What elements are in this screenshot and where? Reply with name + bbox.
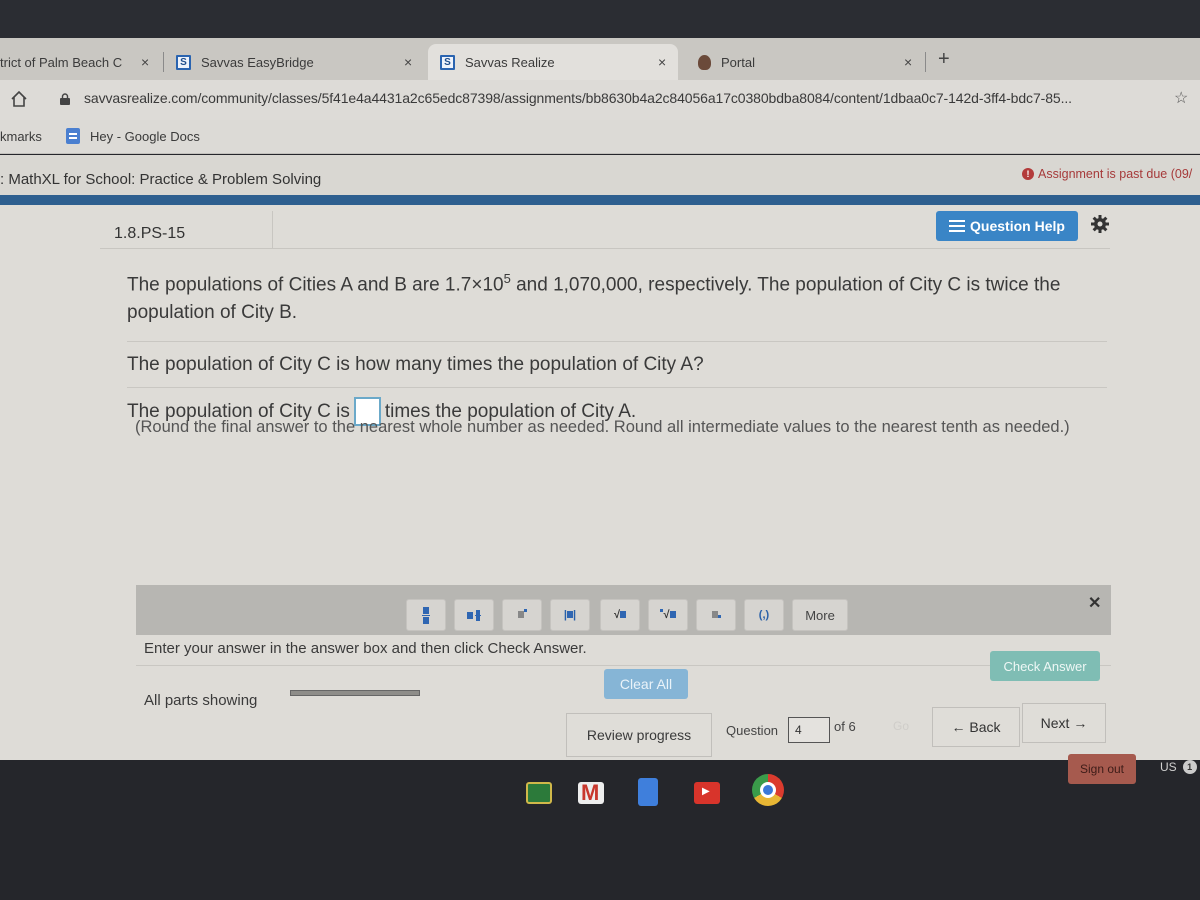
- review-progress-button[interactable]: Review progress: [566, 713, 712, 757]
- sign-out-button[interactable]: Sign out: [1068, 754, 1136, 784]
- question-help-button[interactable]: Question Help: [936, 211, 1078, 241]
- question-bar: 1.8.PS-15 Question Help: [100, 211, 1110, 249]
- list-icon: [949, 220, 966, 232]
- exponent-icon: [517, 609, 527, 621]
- locale-label: US: [1160, 760, 1177, 774]
- lock-icon: [60, 93, 70, 105]
- fraction-button[interactable]: [406, 599, 446, 631]
- subscript-icon: [711, 609, 721, 621]
- past-due-notice: ! Assignment is past due (09/: [1022, 167, 1192, 181]
- exponent-button[interactable]: [502, 599, 542, 631]
- question-total: of 6: [834, 719, 856, 734]
- screen: trict of Palm Beach C × S Savvas EasyBri…: [0, 0, 1200, 900]
- parts-showing-label: All parts showing: [144, 692, 258, 709]
- url-input[interactable]: savvasrealize.com/community/classes/5f41…: [84, 90, 1072, 106]
- rounding-note: (Round the final answer to the nearest w…: [135, 418, 1070, 436]
- divider: [127, 387, 1107, 388]
- check-answer-button[interactable]: Check Answer: [990, 651, 1100, 681]
- absolute-value-icon: | |: [563, 609, 577, 621]
- os-shelf: Sign out US 1: [0, 754, 1200, 900]
- tab-strip: trict of Palm Beach C × S Savvas EasyBri…: [0, 38, 1200, 80]
- tab-savvas-realize[interactable]: S Savvas Realize ×: [428, 44, 678, 80]
- tab-title: trict of Palm Beach C: [0, 54, 123, 70]
- nth-root-icon: √: [660, 609, 676, 621]
- subscript-button[interactable]: [696, 599, 736, 631]
- close-tab-icon[interactable]: ×: [658, 54, 666, 70]
- question-label: Question: [726, 723, 779, 738]
- close-icon[interactable]: ✕: [1088, 593, 1101, 613]
- tab-savvas-easybridge[interactable]: S Savvas EasyBridge ×: [176, 44, 416, 80]
- chrome-icon[interactable]: [752, 774, 784, 806]
- square-root-button[interactable]: √: [600, 599, 640, 631]
- home-icon[interactable]: [10, 90, 28, 108]
- mixed-number-icon: [467, 609, 481, 621]
- bookmark-label: Hey - Google Docs: [90, 128, 200, 144]
- next-button[interactable]: Next →: [1022, 703, 1106, 743]
- gear-icon[interactable]: [1090, 214, 1110, 234]
- new-tab-button[interactable]: +: [938, 48, 950, 71]
- question-id: 1.8.PS-15: [114, 225, 186, 242]
- bookmark-google-docs[interactable]: Hey - Google Docs: [66, 128, 200, 144]
- close-tab-icon[interactable]: ×: [141, 54, 149, 70]
- google-docs-icon[interactable]: [638, 778, 658, 806]
- times-symbol: ×: [471, 274, 483, 296]
- header-divider: [0, 195, 1200, 205]
- youtube-icon[interactable]: [694, 782, 720, 804]
- parts-progress-bar: [290, 690, 420, 696]
- question-prompt: The population of City C is how many tim…: [127, 354, 704, 375]
- fraction-icon: [422, 606, 430, 624]
- close-tab-icon[interactable]: ×: [904, 54, 912, 70]
- notification-badge: 1: [1182, 760, 1197, 774]
- google-docs-icon: [66, 128, 80, 144]
- absolute-value-button[interactable]: | |: [550, 599, 590, 631]
- bookmarks-bar: kmarks Hey - Google Docs: [0, 120, 1200, 154]
- tab-title: Savvas EasyBridge: [201, 54, 314, 70]
- question-help-label: Question Help: [970, 218, 1065, 234]
- math-palette: | | √ √ (,) More ✕: [136, 585, 1111, 635]
- square-root-icon: √: [614, 609, 627, 621]
- tab-title: Portal: [721, 54, 755, 70]
- tab-separator: [925, 52, 926, 72]
- go-button[interactable]: Go: [886, 711, 916, 741]
- question-number-input[interactable]: 4: [788, 717, 830, 743]
- more-button[interactable]: More: [792, 599, 848, 631]
- google-classroom-icon[interactable]: [526, 782, 552, 804]
- divider: [127, 341, 1107, 342]
- power-base: 10: [482, 274, 504, 296]
- savvas-icon: S: [176, 54, 191, 70]
- mixed-number-button[interactable]: [454, 599, 494, 631]
- ordered-pair-button[interactable]: (,): [744, 599, 784, 631]
- address-bar: savvasrealize.com/community/classes/5f41…: [0, 80, 1200, 120]
- monitor-bezel: [0, 0, 1200, 38]
- tab-district[interactable]: trict of Palm Beach C ×: [0, 44, 160, 80]
- instructions-text: Enter your answer in the answer box and …: [144, 640, 587, 657]
- app-header: : MathXL for School: Practice & Problem …: [0, 155, 1200, 195]
- page-content: : MathXL for School: Practice & Problem …: [0, 155, 1200, 760]
- locale-indicator[interactable]: US 1: [1160, 760, 1197, 774]
- question-stem: The populations of Cities A and B are 1.…: [127, 265, 1107, 327]
- stem-text-1: The populations of Cities A and B are 1.…: [127, 274, 472, 296]
- bookmarks-label[interactable]: kmarks: [0, 129, 42, 144]
- gmail-icon[interactable]: [578, 780, 604, 806]
- portal-icon: [698, 54, 711, 70]
- clear-all-button[interactable]: Clear All: [604, 669, 688, 699]
- ordered-pair-icon: (,): [758, 609, 770, 621]
- tab-portal[interactable]: Portal ×: [698, 44, 918, 80]
- tab-separator: [163, 52, 164, 72]
- past-due-text: Assignment is past due (09/: [1038, 167, 1193, 181]
- close-tab-icon[interactable]: ×: [404, 54, 412, 70]
- divider: [136, 665, 1111, 666]
- bookmark-star-icon[interactable]: ☆: [1174, 88, 1188, 108]
- alert-icon: !: [1022, 168, 1034, 180]
- power-exponent: 5: [503, 271, 511, 286]
- divider: [272, 211, 273, 249]
- back-button[interactable]: ← Back: [932, 707, 1020, 747]
- tab-title: Savvas Realize: [465, 54, 555, 70]
- savvas-icon: S: [440, 54, 455, 70]
- nth-root-button[interactable]: √: [648, 599, 688, 631]
- app-title: : MathXL for School: Practice & Problem …: [0, 171, 322, 188]
- question-navigation: Review progress Question 4 of 6 Go ← Bac…: [566, 703, 1106, 757]
